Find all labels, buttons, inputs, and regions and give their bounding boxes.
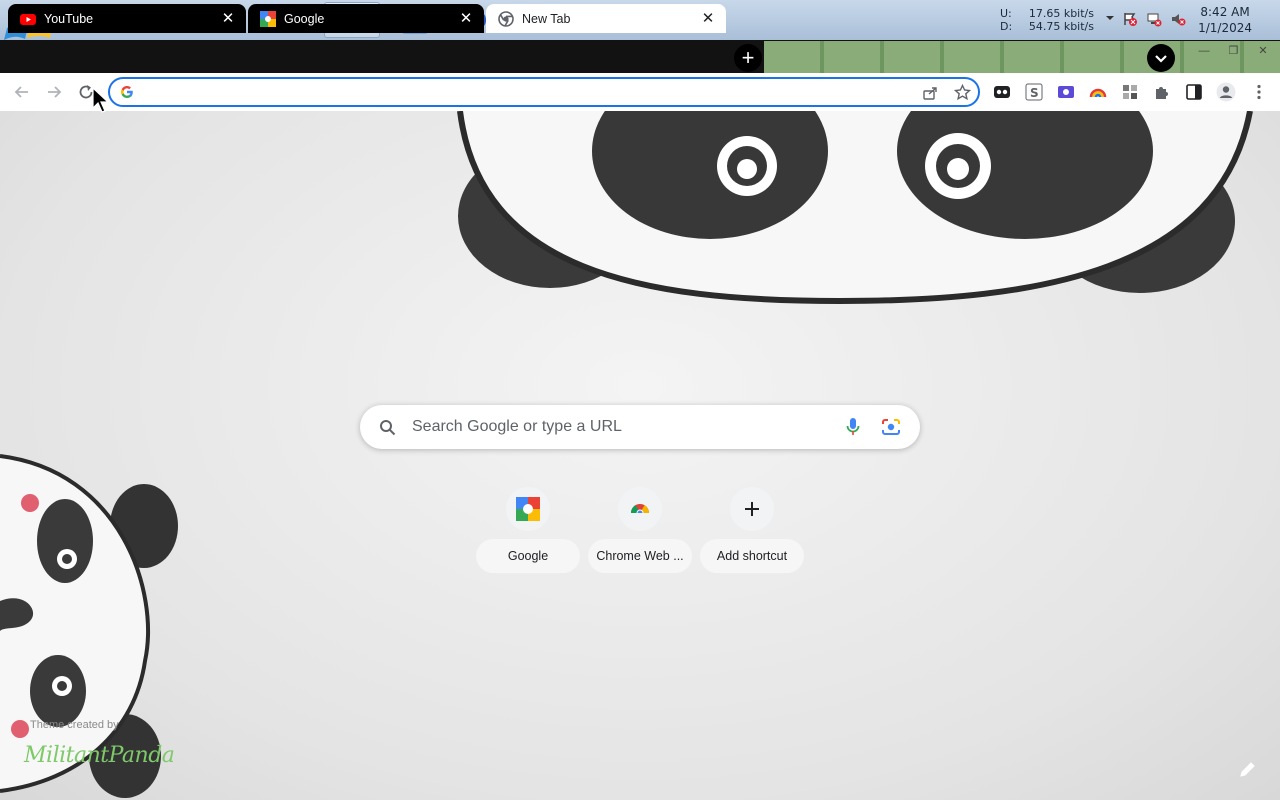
clock-time: 8:42 AM [1200,5,1250,19]
close-tab-icon[interactable]: ✕ [220,10,236,27]
extension-puzzle-grid-icon[interactable] [1121,83,1139,101]
chevron-down-icon [1155,55,1167,63]
plus-icon [745,502,759,516]
google-lens-camera-icon[interactable] [881,418,901,436]
upload-label: U: [1000,7,1012,20]
youtube-icon [20,13,36,25]
forward-button[interactable] [42,80,66,104]
shortcut-chrome-web-store[interactable]: Chrome Web ... [588,483,692,575]
theme-author-link[interactable]: MilitantPanda [24,743,175,768]
window-controls: — ❐ ✕ [1190,41,1274,57]
download-speed: 54.75 kbit/s [1028,20,1094,33]
upload-speed: 17.65 kbit/s [1028,7,1094,20]
chrome-web-store-icon [630,504,650,517]
extension-dark-icon[interactable] [993,83,1011,101]
volume-muted-icon[interactable] [1170,11,1186,27]
tab-title: YouTube [44,11,94,26]
ntp-search-box[interactable]: Search Google or type a URL [360,405,920,449]
shortcut-add[interactable]: Add shortcut [700,483,804,575]
taskbar-clock[interactable]: 8:42 AM 1/1/2024 [1198,4,1252,36]
tab-search-button[interactable] [1147,44,1175,72]
address-bar[interactable] [108,77,980,107]
extension-rainbow-icon[interactable] [1089,83,1107,101]
voice-search-mic-icon[interactable] [846,417,860,437]
close-window-icon[interactable]: ✕ [1252,44,1274,58]
svg-text:S: S [1030,86,1039,100]
profile-avatar-icon[interactable] [1216,82,1236,102]
shortcut-icon [618,487,662,531]
close-tab-icon[interactable]: ✕ [700,10,716,27]
extension-s-icon[interactable]: S [1025,83,1043,101]
shortcut-icon [506,487,550,531]
system-tray: U: 17.65 kbit/s D: 54.75 kbit/s 8:42 AM 1/… [960,0,1280,40]
arrow-right-icon [48,86,62,98]
network-meter: U: 17.65 kbit/s D: 54.75 kbit/s [1000,7,1094,33]
shortcut-google[interactable]: Google [476,483,580,575]
google-icon [260,10,276,27]
new-tab-button[interactable]: + [734,44,762,72]
search-icon [380,420,396,436]
tray-expand-chevron-icon[interactable] [1105,13,1115,23]
theme-panda-face-image [457,111,1253,305]
action-center-icon[interactable] [1122,11,1138,27]
tab-new-tab[interactable]: New Tab ✕ [486,4,726,33]
minimize-icon[interactable]: — [1193,44,1215,58]
google-icon [516,497,540,521]
new-tab-page: Search Google or type a URL Google Chrom… [0,111,1280,800]
tab-title: New Tab [522,11,571,26]
chrome-icon [498,10,514,27]
back-button[interactable] [10,80,34,104]
mouse-cursor-icon [92,87,110,113]
shortcut-label: Add shortcut [700,539,804,573]
theme-credit-label: Theme created by [30,719,119,731]
arrow-left-icon [14,86,28,98]
share-icon[interactable] [922,85,938,101]
search-placeholder: Search Google or type a URL [412,418,622,435]
customize-pencil-icon[interactable] [1238,759,1258,779]
bookmark-star-icon[interactable] [954,84,971,101]
menu-kebab-icon[interactable] [1250,83,1268,101]
browser-toolbar: S [0,73,1280,111]
tab-title: Google [284,11,325,26]
side-panel-icon[interactable] [1185,83,1203,101]
tab-youtube[interactable]: YouTube ✕ [8,4,246,33]
restore-icon[interactable]: ❐ [1223,44,1245,58]
download-label: D: [1000,20,1013,33]
shortcut-label: Google [476,539,580,573]
shortcut-label: Chrome Web ... [588,539,692,573]
clock-date: 1/1/2024 [1198,21,1252,35]
extension-purple-icon[interactable] [1057,83,1075,101]
shortcut-icon [730,487,774,531]
extensions-puzzle-icon[interactable] [1153,83,1171,101]
tab-google[interactable]: Google ✕ [248,4,484,33]
close-tab-icon[interactable]: ✕ [458,10,474,27]
address-input[interactable] [144,83,908,103]
network-status-icon[interactable] [1146,11,1162,27]
google-g-icon [121,86,133,98]
